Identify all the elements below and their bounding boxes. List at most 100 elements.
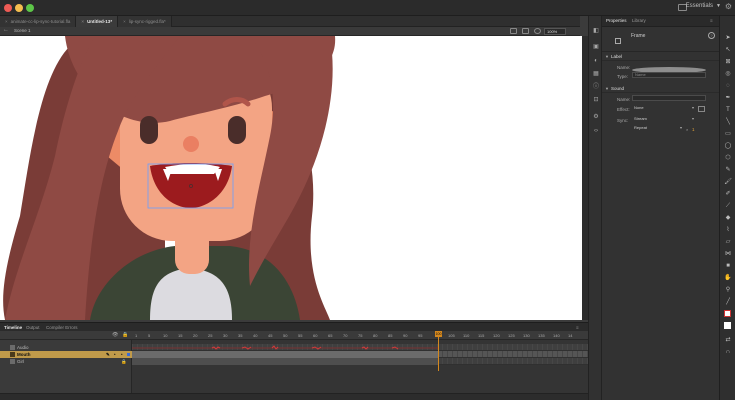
color-panel-icon[interactable]: ◐ [592, 58, 600, 65]
help-icon[interactable]: ? [708, 32, 715, 39]
layer-row-girl[interactable]: Girl 🔒 [0, 358, 132, 365]
tab-output[interactable]: Output [26, 325, 40, 330]
close-icon[interactable]: × [5, 19, 8, 24]
panel-menu-icon[interactable]: ≡ [710, 18, 713, 23]
properties-panel-icon[interactable]: ◧ [592, 28, 600, 35]
current-frame-indicator[interactable]: 100 [435, 331, 442, 337]
maximize-window-button[interactable] [26, 4, 34, 12]
back-arrow-icon[interactable]: ← [3, 27, 9, 33]
tab-document-2[interactable]: × Untitled-13* [76, 16, 119, 27]
frames-row-mouth[interactable] [132, 351, 588, 358]
label-section-header[interactable]: ▼ Label [602, 52, 719, 61]
eyedropper-tool-icon[interactable]: ⌇ [724, 226, 732, 234]
pencil-tool-icon[interactable]: ✎ [724, 166, 732, 174]
tab-library[interactable]: Library [632, 18, 646, 23]
clip-icon[interactable] [510, 28, 517, 34]
library-panel-icon[interactable]: ▣ [592, 44, 600, 51]
close-icon[interactable]: × [123, 19, 126, 24]
tools-panel: ➤ ↖ ⊠ ◎ ◌ ✒ T ╲ ▭ ◯ ⬡ ✎ 🖌 ✐ ⟋ ◆ ⌇ ▱ ⋈ ■ … [719, 16, 735, 400]
minimize-window-button[interactable] [15, 4, 23, 12]
frame-number: 5 [148, 333, 151, 338]
swatches-panel-icon[interactable]: ▦ [592, 71, 600, 78]
tab-document-1[interactable]: × animate-cc-lip-sync-tutorial.fla [0, 16, 77, 27]
brush-tool-icon[interactable]: 🖌 [724, 178, 732, 186]
center-stage-icon[interactable] [534, 28, 541, 34]
repeat-select[interactable]: Repeat ▾ [634, 125, 682, 131]
frame-number: 85 [388, 333, 393, 338]
code-snippets-icon[interactable]: ‹› [592, 128, 600, 135]
layer-row-audio[interactable]: Audio [0, 344, 132, 351]
polystar-tool-icon[interactable]: ⬡ [724, 154, 732, 162]
motion-presets-icon[interactable]: ⚙ [592, 114, 600, 121]
subselection-tool-icon[interactable]: ↖ [724, 46, 732, 54]
oval-tool-icon[interactable]: ◯ [724, 142, 732, 150]
pen-tool-icon[interactable]: ✒ [724, 94, 732, 102]
frames-row-audio[interactable] [132, 344, 588, 351]
frames-grid[interactable] [132, 340, 588, 400]
edit-envelope-icon[interactable] [698, 106, 705, 112]
workspace-switcher[interactable]: Essentials [686, 3, 713, 9]
panel-menu-icon[interactable]: ≡ [576, 325, 579, 330]
close-icon[interactable]: × [81, 19, 84, 24]
hand-tool-icon[interactable]: ✋ [724, 274, 732, 282]
swap-colors-icon[interactable]: ⇄ [724, 336, 732, 344]
scene-label[interactable]: Scene 1 [14, 28, 31, 33]
outline-color-icon[interactable] [127, 353, 130, 356]
disclosure-down-icon: ▼ [605, 86, 609, 91]
stroke-color-icon[interactable]: ╱ [724, 298, 732, 306]
frame-span[interactable] [132, 358, 438, 365]
lock-icon[interactable]: 🔒 [121, 358, 127, 365]
section-label: Sound [611, 86, 625, 91]
sound-name-select[interactable] [632, 95, 706, 101]
3d-rotation-tool-icon[interactable]: ◎ [724, 70, 732, 78]
bone-tool-icon[interactable]: ⟋ [724, 202, 732, 210]
rectangle-tool-icon[interactable]: ▭ [724, 130, 732, 138]
line-tool-icon[interactable]: ╲ [724, 118, 732, 126]
tab-timeline[interactable]: Timeline [4, 325, 22, 330]
lasso-tool-icon[interactable]: ◌ [724, 82, 732, 90]
stage[interactable] [0, 36, 582, 320]
camera-tool-icon[interactable]: ■ [724, 262, 732, 270]
transform-panel-icon[interactable]: ⊡ [592, 97, 600, 104]
selection-tool-icon[interactable]: ➤ [724, 34, 732, 42]
paint-brush-tool-icon[interactable]: ✐ [724, 190, 732, 198]
layer-icon [10, 345, 15, 350]
sync-select[interactable]: Stream ▾ [634, 116, 694, 122]
frame-number: 90 [403, 333, 408, 338]
gear-icon[interactable]: ⚙ [725, 2, 732, 11]
lock-dot-icon[interactable]: • [121, 351, 123, 358]
snap-icon[interactable]: ∩ [724, 348, 732, 356]
sound-section-header[interactable]: ▼ Sound [602, 84, 719, 93]
label-type-select[interactable]: Name [632, 72, 706, 78]
eraser-tool-icon[interactable]: ▱ [724, 238, 732, 246]
zoom-tool-icon[interactable]: ⚲ [724, 286, 732, 294]
layer-row-mouth[interactable]: Mouth ✎ • • [0, 351, 132, 358]
width-tool-icon[interactable]: ⋈ [724, 250, 732, 258]
chevron-down-icon[interactable]: ▼ [716, 3, 721, 9]
tab-properties[interactable]: Properties [606, 18, 627, 23]
fill-swatch[interactable] [724, 322, 731, 329]
eye-icon[interactable]: 👁 [112, 332, 118, 338]
paint-bucket-tool-icon[interactable]: ◆ [724, 214, 732, 222]
frame-number: 75 [358, 333, 363, 338]
frame-span[interactable] [132, 351, 438, 358]
playhead[interactable] [438, 331, 439, 371]
stroke-swatch[interactable] [724, 310, 731, 317]
tab-document-3[interactable]: × lip-sync-rigged.fla* [118, 16, 172, 27]
lock-icon[interactable]: 🔒 [122, 332, 128, 338]
effect-select[interactable]: None ▾ [634, 105, 694, 111]
info-panel-icon[interactable]: ⓘ [592, 84, 600, 91]
layer-icon [10, 359, 15, 364]
frame-number: 20 [193, 333, 198, 338]
free-transform-tool-icon[interactable]: ⊠ [724, 58, 732, 66]
frames-row-girl[interactable] [132, 358, 588, 365]
zoom-select[interactable]: 100% [544, 28, 566, 35]
edit-symbols-icon[interactable] [522, 28, 529, 34]
text-tool-icon[interactable]: T [724, 106, 732, 114]
timeline-ruler[interactable]: 👁 🔒 1 5 10 15 20 25 30 35 40 45 50 55 60… [0, 331, 588, 340]
visibility-dot-icon[interactable]: • [114, 351, 116, 358]
tab-compiler-errors[interactable]: Compiler Errors [46, 325, 78, 330]
name-row: Name: [602, 63, 719, 73]
repeat-count[interactable]: 1 [692, 127, 695, 132]
close-window-button[interactable] [4, 4, 12, 12]
